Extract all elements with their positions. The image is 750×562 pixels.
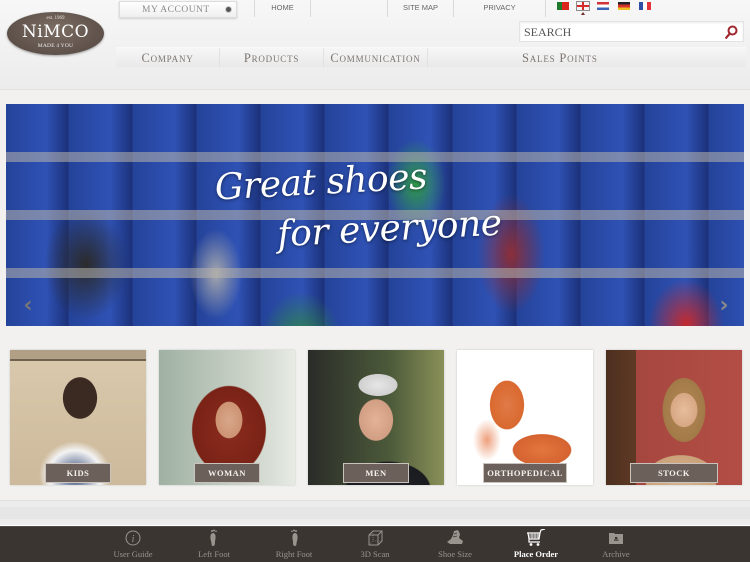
nav-communication[interactable]: Communication xyxy=(324,48,428,68)
shoe-icon xyxy=(447,530,463,544)
category-kids[interactable]: KIDS xyxy=(10,350,146,485)
category-orthopedical[interactable]: ORTHOPEDICAL xyxy=(457,350,593,485)
category-grid: KIDS WOMAN MEN ORTHOPEDICAL STOCK xyxy=(0,350,750,485)
left-foot-icon xyxy=(210,529,217,546)
tab-archive[interactable]: Archive xyxy=(576,526,656,562)
category-orthopedical-label: ORTHOPEDICAL xyxy=(483,463,567,483)
tab-place-order[interactable]: Place Order xyxy=(496,526,576,562)
tab-left-foot[interactable]: Left Foot xyxy=(174,526,254,562)
nav-products[interactable]: Products xyxy=(220,48,324,68)
nimco-logo[interactable]: est. 1969 NiMCO MADE 4 YOU xyxy=(7,12,104,55)
tab-right-foot-label: Right Foot xyxy=(275,549,313,559)
flag-netherlands-icon[interactable] xyxy=(597,2,609,10)
home-link[interactable]: HOME xyxy=(254,0,311,17)
hero-banner[interactable]: Great shoes for everyone ‹ › xyxy=(6,104,744,326)
nav-sales-points[interactable]: Sales Points xyxy=(428,48,746,68)
site-header: est. 1969 NiMCO MADE 4 YOU MY ACCOUNT HO… xyxy=(0,0,750,90)
search-input[interactable] xyxy=(524,24,719,40)
hero-tagline: Great shoes for everyone xyxy=(214,149,503,264)
tab-3d-scan[interactable]: 3D Scan xyxy=(335,526,415,562)
hero-tagline-line1: Great shoes xyxy=(213,156,428,209)
tab-3d-scan-label: 3D Scan xyxy=(360,549,390,559)
folder-icon xyxy=(609,533,623,544)
main-nav: Company Products Communication Sales Poi… xyxy=(116,47,746,68)
category-woman-label: WOMAN xyxy=(194,463,260,483)
flag-germany-icon[interactable] xyxy=(618,2,630,10)
selected-language-caret-icon xyxy=(581,12,585,15)
my-account-button[interactable]: MY ACCOUNT xyxy=(119,1,237,18)
my-account-label: MY ACCOUNT xyxy=(142,5,210,15)
right-foot-icon xyxy=(291,529,298,546)
hero-next-arrow-icon[interactable]: › xyxy=(714,295,734,317)
flag-france-icon[interactable] xyxy=(639,2,651,10)
category-woman[interactable]: WOMAN xyxy=(159,350,295,485)
info-icon: i xyxy=(125,530,141,546)
account-dropdown-icon xyxy=(226,7,231,12)
category-men-label: MEN xyxy=(343,463,409,483)
flag-portugal-icon[interactable] xyxy=(557,2,569,10)
site-map-link[interactable]: SITE MAP xyxy=(387,0,453,17)
category-stock[interactable]: STOCK xyxy=(606,350,742,485)
tab-right-foot[interactable]: Right Foot xyxy=(254,526,334,562)
flag-uk-icon[interactable] xyxy=(576,1,590,11)
bottom-tab-bar: i User Guide Left Foot Right Foot 3D Sca… xyxy=(0,526,750,562)
tab-shoe-size-label: Shoe Size xyxy=(438,549,472,559)
tab-user-guide[interactable]: i User Guide xyxy=(93,526,173,562)
hero-prev-arrow-icon[interactable]: ‹ xyxy=(18,295,38,317)
nav-company[interactable]: Company xyxy=(116,48,220,68)
category-kids-label: KIDS xyxy=(45,463,111,483)
tab-user-guide-label: User Guide xyxy=(113,549,153,559)
footer-divider xyxy=(0,500,750,526)
logo-tagline: MADE 4 YOU xyxy=(37,43,74,49)
logo-established: est. 1969 xyxy=(46,16,65,21)
cart-icon xyxy=(527,529,546,546)
search-box xyxy=(519,21,744,42)
tab-left-foot-label: Left Foot xyxy=(198,549,230,559)
cube-icon xyxy=(368,530,383,546)
category-men[interactable]: MEN xyxy=(308,350,444,485)
privacy-link[interactable]: PRIVACY xyxy=(453,0,546,17)
tab-shoe-size[interactable]: Shoe Size xyxy=(415,526,495,562)
search-icon[interactable] xyxy=(725,25,738,39)
svg-text:i: i xyxy=(132,534,135,545)
tab-place-order-label: Place Order xyxy=(513,549,559,559)
logo-brand: NiMCO xyxy=(21,22,90,42)
category-stock-label: STOCK xyxy=(630,463,718,483)
tab-archive-label: Archive xyxy=(602,549,630,559)
